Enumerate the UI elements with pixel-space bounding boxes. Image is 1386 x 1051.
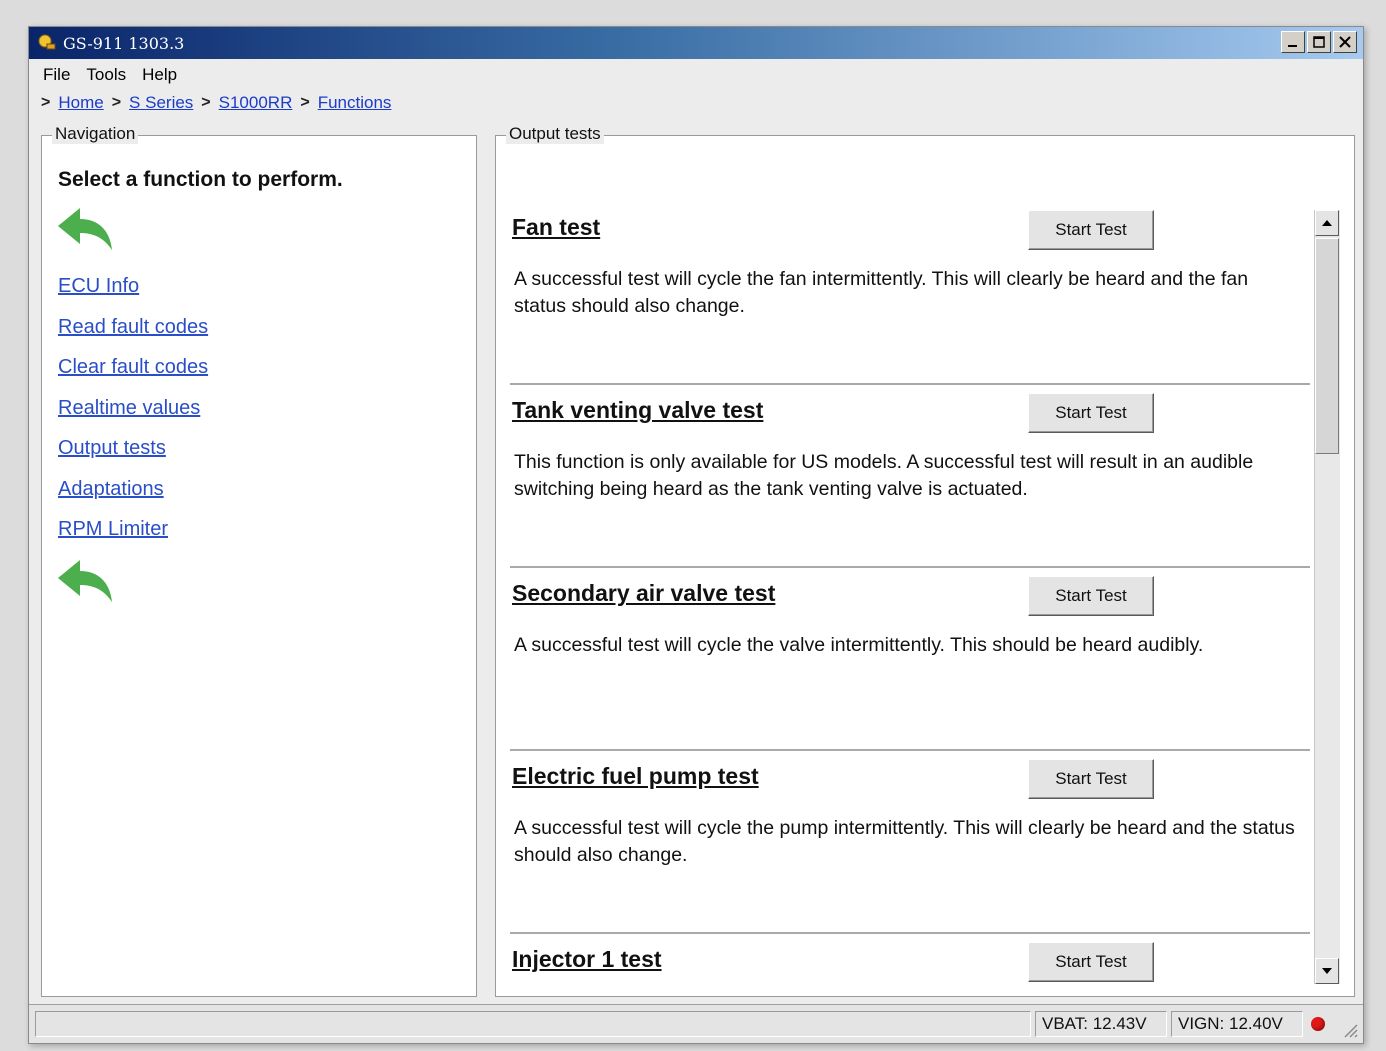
test-item-injector-1: Injector 1 test Start Test [510,934,1310,1014]
test-title: Secondary air valve test [512,580,776,606]
status-vbat: VBAT: 12.43V [1035,1011,1167,1037]
start-test-button[interactable]: Start Test [1028,942,1154,982]
breadcrumb-separator: > [111,94,122,111]
test-list: Fan test Start Test A successful test wi… [510,202,1310,1014]
start-test-button[interactable]: Start Test [1028,759,1154,799]
status-vign: VIGN: 12.40V [1171,1011,1303,1037]
navigation-panel: Navigation Select a function to perform.… [41,124,477,997]
nav-link-adaptations[interactable]: Adaptations [58,469,208,510]
status-led-icon [1311,1017,1325,1031]
nav-link-rpm-limiter[interactable]: RPM Limiter [58,509,208,550]
close-icon [1339,36,1351,48]
nav-link-ecu-info[interactable]: ECU Info [58,266,208,307]
scroll-down-button[interactable] [1315,958,1339,984]
navigation-group-title: Navigation [52,124,139,144]
close-button[interactable] [1333,31,1357,53]
menu-file[interactable]: File [35,61,78,87]
nav-link-clear-fault-codes[interactable]: Clear fault codes [58,347,208,388]
nav-link-realtime-values[interactable]: Realtime values [58,388,208,429]
test-description: A successful test will cycle the valve i… [514,634,1204,656]
nav-link-read-fault-codes[interactable]: Read fault codes [58,307,208,348]
test-title: Tank venting valve test [512,397,764,423]
output-tests-panel: Output tests Fan test Start Test A succe… [495,124,1355,997]
vertical-scrollbar[interactable] [1314,210,1340,984]
test-item-secondary-air-valve: Secondary air valve test Start Test A su… [510,568,1310,751]
test-title: Injector 1 test [512,946,662,972]
navigation-links: ECU Info Read fault codes Clear fault co… [58,266,208,550]
breadcrumb: > Home > S Series > S1000RR > Functions [41,93,391,113]
start-test-button[interactable]: Start Test [1028,393,1154,433]
status-main-panel [35,1011,1031,1037]
arrow-up-icon [1322,220,1332,226]
resize-grip-icon[interactable] [1341,1021,1359,1039]
app-icon [38,34,56,50]
navigation-heading: Select a function to perform. [58,168,343,191]
breadcrumb-separator: > [41,94,51,111]
title-bar[interactable]: GS-911 1303.3 [29,27,1363,59]
test-title: Fan test [512,214,601,240]
breadcrumb-model[interactable]: S1000RR [219,93,293,113]
start-test-button[interactable]: Start Test [1028,210,1154,250]
breadcrumb-separator: > [300,94,310,111]
test-description: This function is only available for US m… [514,451,1254,500]
test-item-tank-venting-valve: Tank venting valve test Start Test This … [510,385,1310,568]
back-arrow-icon[interactable] [56,206,114,252]
test-item-fan: Fan test Start Test A successful test wi… [510,202,1310,385]
breadcrumb-separator: > [201,94,211,111]
window-controls [1281,31,1357,53]
nav-link-output-tests[interactable]: Output tests [58,428,208,469]
status-bar: VBAT: 12.43V VIGN: 12.40V [29,1004,1363,1043]
maximize-button[interactable] [1307,31,1331,53]
maximize-icon [1313,36,1325,48]
test-item-electric-fuel-pump: Electric fuel pump test Start Test A suc… [510,751,1310,934]
back-arrow-icon[interactable] [56,558,114,604]
application-window: GS-911 1303.3 File Tools Help > Home > S… [28,26,1364,1044]
scroll-thumb[interactable] [1315,238,1339,454]
breadcrumb-functions[interactable]: Functions [318,93,392,113]
breadcrumb-home[interactable]: Home [58,93,103,113]
scroll-up-button[interactable] [1315,210,1339,236]
minimize-icon [1288,45,1297,47]
arrow-down-icon [1322,968,1332,974]
test-description: A successful test will cycle the fan int… [514,268,1249,317]
menu-tools[interactable]: Tools [78,61,134,87]
test-title: Electric fuel pump test [512,763,759,789]
test-description: A successful test will cycle the pump in… [514,817,1295,866]
start-test-button[interactable]: Start Test [1028,576,1154,616]
menu-help[interactable]: Help [134,61,185,87]
breadcrumb-series[interactable]: S Series [129,93,193,113]
window-title: GS-911 1303.3 [63,34,185,53]
menu-bar: File Tools Help [29,61,1363,87]
minimize-button[interactable] [1281,31,1305,53]
output-tests-group-title: Output tests [506,124,604,144]
